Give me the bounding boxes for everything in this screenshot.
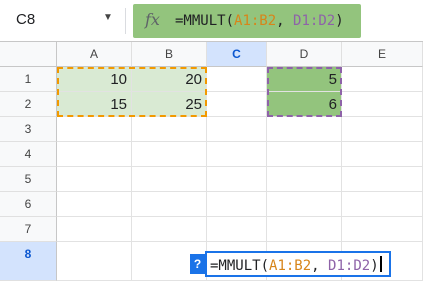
select-all-corner[interactable] [0, 42, 57, 67]
cell-c1[interactable] [207, 67, 267, 92]
cell-b5[interactable] [132, 167, 207, 192]
range-highlight-d1-d2 [267, 67, 342, 117]
cell-e4[interactable] [342, 142, 423, 167]
cell-c3[interactable] [207, 117, 267, 142]
editor-text[interactable]: =MMULT(A1:B2, D1:D2) [210, 256, 382, 274]
formula-close: ) [335, 13, 344, 29]
cell-d5[interactable] [267, 167, 342, 192]
cell-d3[interactable] [267, 117, 342, 142]
column-header-b[interactable]: B [132, 42, 207, 67]
editor-close: ) [370, 258, 379, 274]
cell-b3[interactable] [132, 117, 207, 142]
cell-e3[interactable] [342, 117, 423, 142]
column-header-c[interactable]: C [207, 42, 267, 67]
cell-a6[interactable] [57, 192, 132, 217]
cell-a4[interactable] [57, 142, 132, 167]
cell-a3[interactable] [57, 117, 132, 142]
formula-text[interactable]: =MMULT(A1:B2, D1:D2) [175, 13, 344, 29]
row-header-2[interactable]: 2 [0, 92, 57, 117]
cell-d6[interactable] [267, 192, 342, 217]
cell-e2[interactable] [342, 92, 423, 117]
editor-func: =MMULT( [210, 258, 270, 274]
cell-c2[interactable] [207, 92, 267, 117]
editor-range-d: D1:D2 [328, 258, 371, 274]
cell-e1[interactable] [342, 67, 423, 92]
row-header-6[interactable]: 6 [0, 192, 57, 217]
editor-separator: , [311, 258, 329, 274]
cell-a5[interactable] [57, 167, 132, 192]
fx-icon: fx [145, 10, 160, 29]
range-highlight-a1-b2 [57, 67, 207, 117]
chevron-down-icon[interactable]: ▼ [103, 12, 113, 23]
row-header-4[interactable]: 4 [0, 142, 57, 167]
cell-editor[interactable]: =MMULT(A1:B2, D1:D2) [205, 251, 391, 277]
cell-c4[interactable] [207, 142, 267, 167]
formula-range-a: A1:B2 [234, 13, 277, 29]
cell-c7[interactable] [207, 217, 267, 242]
cell-e5[interactable] [342, 167, 423, 192]
cell-a8[interactable] [57, 242, 132, 281]
name-box-ref: C8 [16, 11, 36, 28]
formula-range-d: D1:D2 [293, 13, 336, 29]
row-header-5[interactable]: 5 [0, 167, 57, 192]
cell-a7[interactable] [57, 217, 132, 242]
row-header-3[interactable]: 3 [0, 117, 57, 142]
cell-c6[interactable] [207, 192, 267, 217]
formula-func: =MMULT( [175, 13, 235, 29]
text-cursor [379, 256, 382, 272]
row-header-7[interactable]: 7 [0, 217, 57, 242]
formula-bar[interactable]: fx =MMULT(A1:B2, D1:D2) [133, 4, 361, 38]
formula-separator: , [276, 13, 294, 29]
editor-range-a: A1:B2 [269, 258, 312, 274]
cell-e7[interactable] [342, 217, 423, 242]
name-box[interactable]: C8 ▼ [0, 0, 125, 41]
cell-e6[interactable] [342, 192, 423, 217]
cell-c5[interactable] [207, 167, 267, 192]
row-header-8[interactable]: 8 [0, 242, 57, 281]
cell-b7[interactable] [132, 217, 207, 242]
cell-d4[interactable] [267, 142, 342, 167]
row-header-1[interactable]: 1 [0, 67, 57, 92]
divider [125, 8, 126, 34]
cell-b4[interactable] [132, 142, 207, 167]
toolbar-row: C8 ▼ fx =MMULT(A1:B2, D1:D2) [0, 0, 423, 42]
column-header-d[interactable]: D [267, 42, 342, 67]
editor-range-a-wrap: A1:B2 [269, 258, 311, 274]
cell-d7[interactable] [267, 217, 342, 242]
column-header-e[interactable]: E [342, 42, 423, 67]
cell-b6[interactable] [132, 192, 207, 217]
help-icon[interactable]: ? [190, 254, 205, 274]
column-header-a[interactable]: A [57, 42, 132, 67]
